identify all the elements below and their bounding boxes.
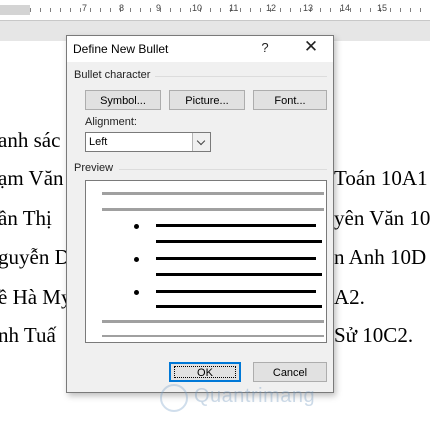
alignment-select[interactable]: Left [85, 132, 211, 152]
preview-line [156, 290, 316, 293]
preview-line [156, 273, 322, 276]
preview-line [102, 335, 324, 337]
ruler-number: 14 [340, 3, 351, 13]
preview-line [156, 257, 316, 260]
preview-label: Preview [74, 162, 114, 174]
watermark: Quantrimang [160, 384, 430, 414]
preview-line [102, 208, 324, 211]
bullet-dot-icon [134, 257, 139, 262]
define-new-bullet-dialog: Define New Bullet ? ✕ Bullet character S… [66, 35, 334, 393]
ruler-number: 7 [82, 3, 88, 13]
ruler-number: 8 [119, 3, 125, 13]
alignment-value: Left [89, 136, 108, 148]
symbol-button[interactable]: Symbol... [85, 90, 161, 110]
doc-line-right: n Anh 10D [334, 245, 427, 269]
dialog-titlebar[interactable]: Define New Bullet ? ✕ [67, 36, 333, 62]
picture-button-label: Picture... [185, 95, 229, 107]
cancel-button[interactable]: Cancel [253, 362, 327, 382]
close-button[interactable]: ✕ [301, 37, 321, 57]
doc-line-right: yên Văn 10 [334, 206, 430, 230]
preview-line [156, 224, 316, 227]
doc-line-left: ề Hà My [0, 285, 72, 309]
doc-line-right: Toán 10A1 [334, 166, 428, 190]
ruler: 7 8 9 10 11 12 13 14 15 [0, 0, 430, 21]
ruler-number: 15 [377, 3, 388, 13]
doc-line-left: nh Tuấ [0, 323, 56, 347]
font-button-label: Font... [274, 95, 306, 107]
cancel-button-label: Cancel [272, 367, 308, 379]
dialog-title: Define New Bullet [73, 42, 169, 56]
bullet-dot-icon [134, 290, 139, 295]
doc-line-left: ần Thị [0, 206, 52, 230]
preview-line [102, 320, 324, 323]
bullet-character-label: Bullet character [74, 69, 151, 81]
focus-rectangle [174, 366, 236, 378]
preview-line [102, 192, 324, 195]
watermark-text: Quantrimang [194, 385, 316, 407]
group-divider [155, 76, 327, 77]
ruler-number: 9 [156, 3, 162, 13]
ruler-number: 13 [303, 3, 314, 13]
doc-line-left: guyễn D [0, 245, 70, 269]
bullet-dot-icon [134, 224, 139, 229]
bullet-preview [85, 180, 327, 343]
preview-line [156, 240, 322, 243]
ok-button[interactable]: OK [169, 362, 241, 382]
chevron-down-icon[interactable] [192, 133, 210, 151]
doc-line-right: Sử 10C2. [334, 323, 414, 347]
ruler-number: 12 [266, 3, 277, 13]
font-button[interactable]: Font... [253, 90, 327, 110]
ruler-number: 11 [229, 3, 239, 13]
ruler-number: 10 [192, 3, 203, 13]
doc-line-right: A2. [334, 285, 365, 309]
picture-button[interactable]: Picture... [169, 90, 245, 110]
symbol-button-label: Symbol... [100, 95, 146, 107]
alignment-label: Alignment: [85, 116, 137, 128]
group-divider [119, 169, 327, 170]
preview-line [156, 305, 322, 308]
help-button[interactable]: ? [257, 40, 273, 55]
ruler-margin [0, 5, 30, 15]
doc-line-left: anh sác [0, 128, 61, 152]
watermark-logo-icon [160, 384, 188, 412]
doc-line-left: ạm Văn [0, 166, 64, 190]
